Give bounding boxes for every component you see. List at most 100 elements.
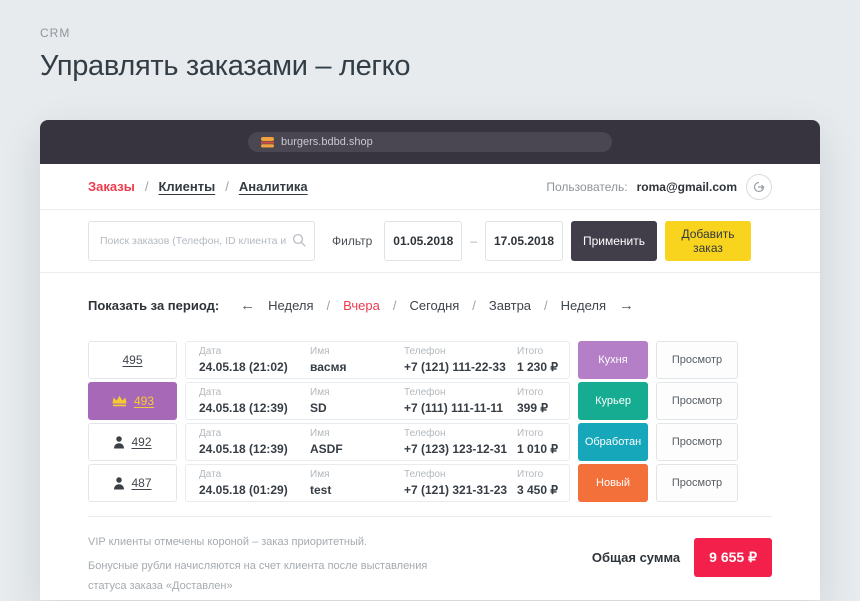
order-name: SD <box>310 401 404 415</box>
status-badge[interactable]: Кухня <box>578 341 648 379</box>
page-title: Управлять заказами – легко <box>40 50 860 83</box>
total-amount-badge: 9 655 ₽ <box>694 538 772 577</box>
order-data-cell: Дата24.05.18 (01:29) Имяtest Телефон+7 (… <box>185 464 570 502</box>
footer-notes: VIP клиенты отмечены короной – заказ при… <box>88 533 440 601</box>
search-input[interactable] <box>88 221 315 261</box>
table-row: 492 Дата 24.05.18 (12:39) Имя ASDF Телефон… <box>88 423 738 461</box>
nav-item-clients[interactable]: Клиенты <box>158 179 215 194</box>
logout-button[interactable] <box>746 174 772 200</box>
address-bar[interactable]: burgers.bdbd.shop <box>248 132 612 152</box>
app-kicker: CRM <box>40 26 860 40</box>
person-icon <box>113 477 125 490</box>
total-box: Общая сумма 9 655 ₽ <box>592 538 772 577</box>
col-header-phone: Телефон <box>404 346 517 357</box>
logout-arrow-icon <box>753 181 765 193</box>
order-total: 1 230 ₽ <box>517 360 569 374</box>
order-data-cell: Дата24.05.18 (12:39) ИмяASDF Телефон+7 (… <box>185 423 570 461</box>
col-header-date: Дата <box>199 428 310 439</box>
order-id-link[interactable]: 492 <box>131 435 151 449</box>
nav-item-analytics[interactable]: Аналитика <box>239 179 308 194</box>
order-date: 24.05.18 (21:02) <box>199 360 310 374</box>
browser-window: burgers.bdbd.shop Заказы / Клиенты / Ана… <box>40 120 820 600</box>
order-id-cell[interactable]: 487 <box>88 464 177 502</box>
order-phone: +7 (121) 111-22-33 <box>404 360 517 374</box>
status-badge[interactable]: Обработан <box>578 423 648 461</box>
col-header-name: Имя <box>310 469 404 480</box>
period-tomorrow[interactable]: Завтра <box>489 298 531 313</box>
date-from-input[interactable]: 01.05.2018 <box>384 221 462 261</box>
order-date: 24.05.18 (12:39) <box>199 401 310 415</box>
period-yesterday[interactable]: Вчера <box>343 298 380 313</box>
status-badge[interactable]: Новый <box>578 464 648 502</box>
footer-divider <box>88 516 772 517</box>
period-next-arrow-icon[interactable]: → <box>619 297 634 314</box>
col-header-date: Дата <box>199 387 310 398</box>
col-header-phone: Телефон <box>404 428 517 439</box>
nav-bar: Заказы / Клиенты / Аналитика Пользовател… <box>40 164 820 210</box>
order-name: ASDF <box>310 442 404 456</box>
main-nav: Заказы / Клиенты / Аналитика <box>88 179 308 194</box>
order-total: 399 ₽ <box>517 401 569 415</box>
col-header-total: Итого <box>517 428 569 439</box>
order-total: 1 010 ₽ <box>517 442 569 456</box>
table-row: 495 Дата 24.05.18 (21:02) Имя васмя Телефо… <box>88 341 738 379</box>
bonus-note: Бонусные рубли начисляются на счет клиен… <box>88 557 440 596</box>
search-icon <box>292 233 307 248</box>
apply-button[interactable]: Применить <box>571 221 657 261</box>
period-prev-arrow-icon[interactable]: ← <box>240 297 255 314</box>
order-id-cell-vip[interactable]: 493 <box>88 382 177 420</box>
order-name: test <box>310 483 404 497</box>
order-id-link[interactable]: 495 <box>122 353 142 367</box>
burger-favicon-icon <box>261 137 274 148</box>
search-box <box>88 221 315 261</box>
col-header-name: Имя <box>310 346 404 357</box>
filter-label: Фильтр <box>332 234 372 248</box>
period-label: Показать за период: <box>88 298 219 313</box>
col-header-name: Имя <box>310 387 404 398</box>
col-header-phone: Телефон <box>404 469 517 480</box>
user-label: Пользователь: <box>546 180 627 194</box>
status-badge[interactable]: Курьер <box>578 382 648 420</box>
col-header-phone: Телефон <box>404 387 517 398</box>
period-separator: / <box>472 298 476 313</box>
order-id-cell[interactable]: 492 <box>88 423 177 461</box>
orders-table: 495 Дата 24.05.18 (21:02) Имя васмя Телефо… <box>88 341 738 502</box>
col-header-total: Итого <box>517 387 569 398</box>
card-footer: VIP клиенты отмечены короной – заказ при… <box>88 533 772 601</box>
order-data-cell: Дата 24.05.18 (21:02) Имя васмя Телефон +7 … <box>185 341 570 379</box>
period-separator: / <box>544 298 548 313</box>
order-phone: +7 (111) 111-11-11 <box>404 401 517 415</box>
col-header-date: Дата <box>199 346 310 357</box>
add-order-button[interactable]: Добавить заказ <box>665 221 751 261</box>
order-name: васмя <box>310 360 404 374</box>
period-week-back[interactable]: Неделя <box>268 298 313 313</box>
period-separator: / <box>327 298 331 313</box>
vip-note: VIP клиенты отмечены короной – заказ при… <box>88 533 440 552</box>
order-data-cell: Дата 24.05.18 (12:39) Имя SD Телефон +7 (11… <box>185 382 570 420</box>
period-week-forward[interactable]: Неделя <box>561 298 606 313</box>
view-order-button[interactable]: Просмотр <box>656 423 738 461</box>
order-date: 24.05.18 (01:29) <box>199 483 310 497</box>
order-id-link[interactable]: 493 <box>134 394 154 408</box>
order-id-cell[interactable]: 495 <box>88 341 177 379</box>
order-phone: +7 (121) 321-31-23 <box>404 483 517 497</box>
browser-chrome: burgers.bdbd.shop <box>40 120 820 164</box>
order-date: 24.05.18 (12:39) <box>199 442 310 456</box>
period-separator: / <box>393 298 397 313</box>
view-order-button[interactable]: Просмотр <box>656 341 738 379</box>
period-selector: Показать за период: ← Неделя / Вчера / С… <box>40 273 820 314</box>
period-today[interactable]: Сегодня <box>409 298 459 313</box>
order-id-link[interactable]: 487 <box>131 476 151 490</box>
user-email: roma@gmail.com <box>637 180 737 194</box>
col-header-name: Имя <box>310 428 404 439</box>
view-order-button[interactable]: Просмотр <box>656 382 738 420</box>
view-order-button[interactable]: Просмотр <box>656 464 738 502</box>
order-total: 3 450 ₽ <box>517 483 569 497</box>
filter-bar: Фильтр 01.05.2018 – 17.05.2018 Применить… <box>40 210 820 273</box>
nav-separator: / <box>225 179 229 194</box>
col-header-total: Итого <box>517 346 569 357</box>
date-to-input[interactable]: 17.05.2018 <box>485 221 563 261</box>
total-label: Общая сумма <box>592 550 680 565</box>
nav-item-orders[interactable]: Заказы <box>88 179 135 194</box>
person-icon <box>113 436 125 449</box>
